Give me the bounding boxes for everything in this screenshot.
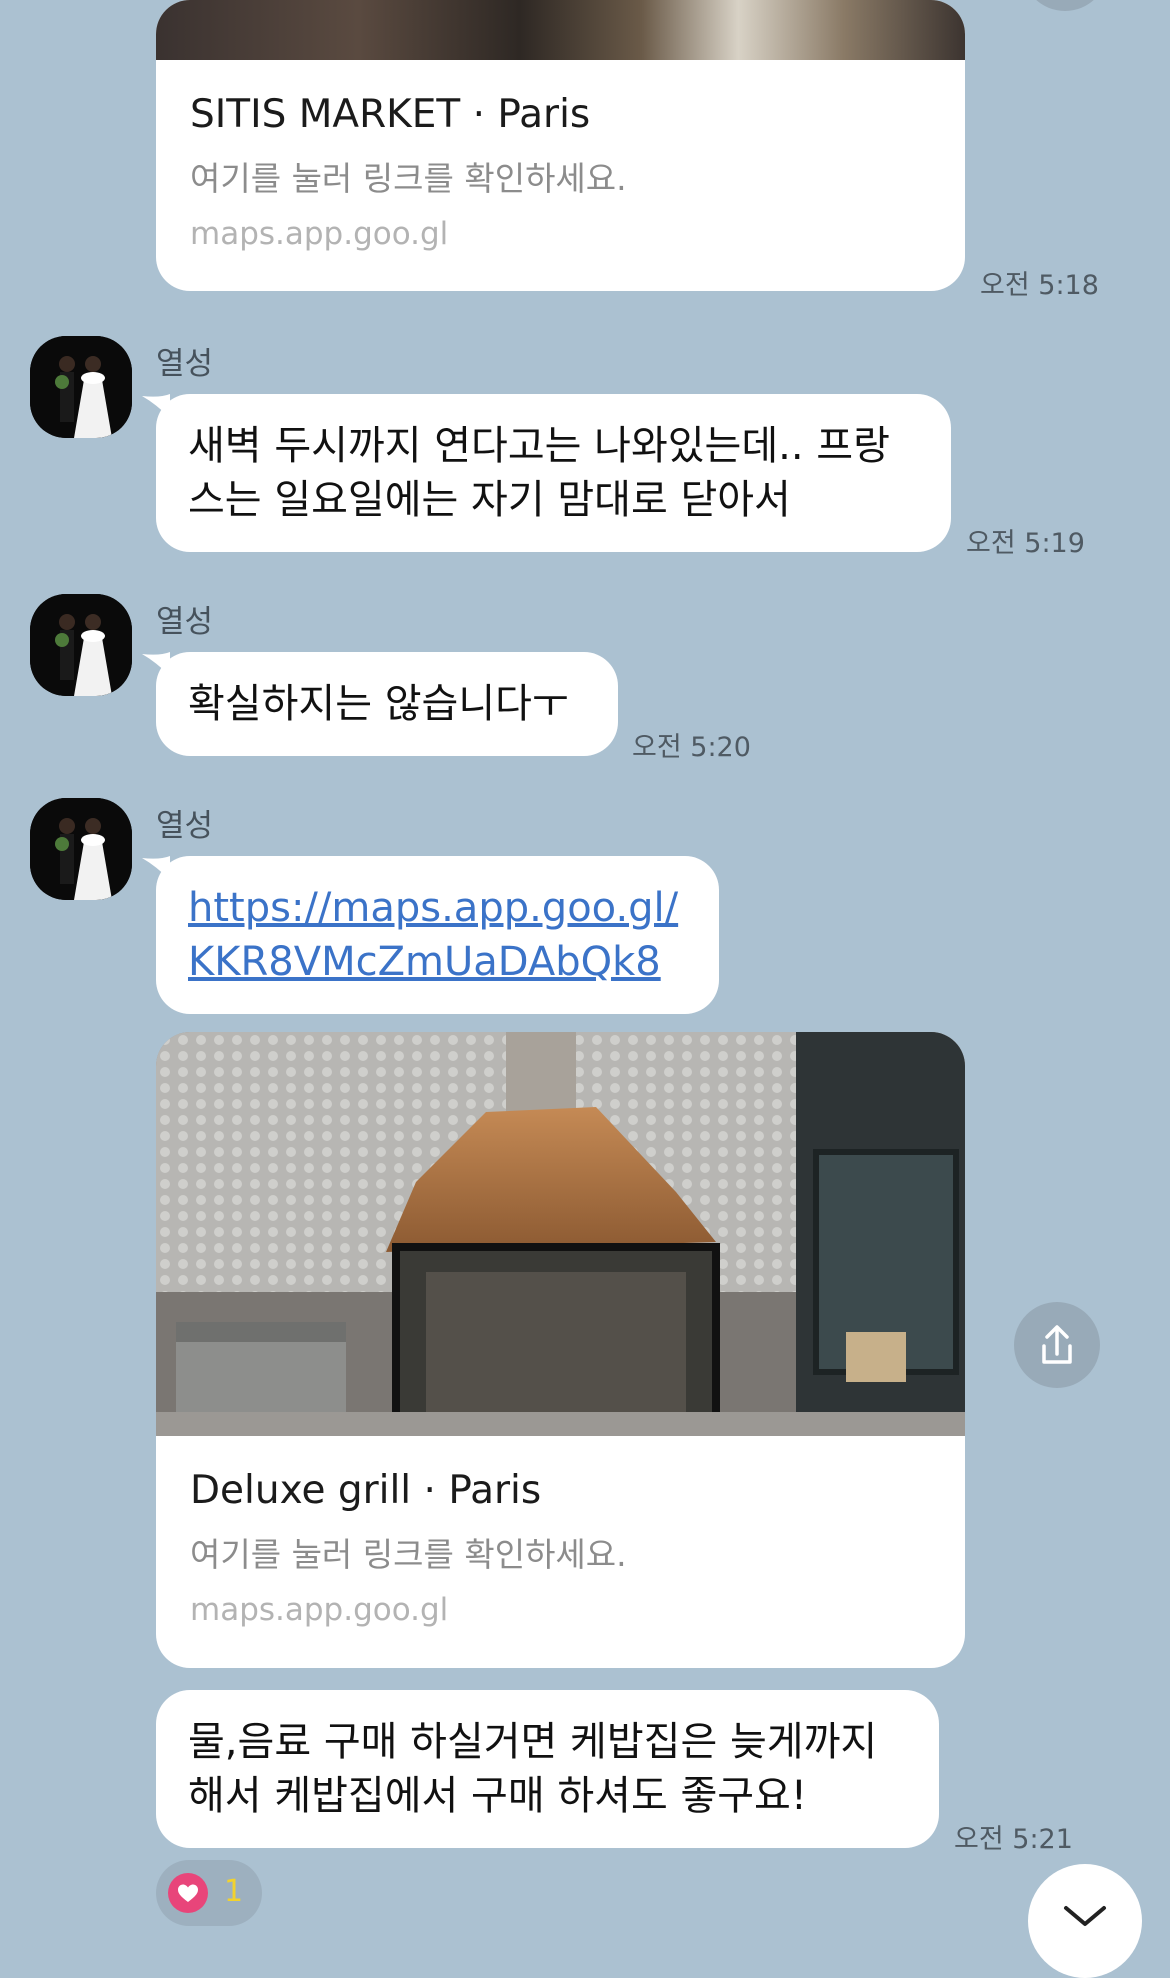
avatar-photo [30,336,132,438]
chevron-down-icon [1064,1906,1106,1926]
message-text-line: 새벽 두시까지 연다고는 나와있는데.. 프랑 [188,423,890,469]
message-text-line: 해서 케밥집에서 구매 하셔도 좋구요! [188,1773,807,1819]
share-icon [1042,1325,1072,1364]
link-preview-domain: maps.app.goo.gl [190,216,449,252]
message-text-line: 확실하지는 않습니다ㅜ [188,681,569,727]
link-preview-domain: maps.app.goo.gl [190,1592,449,1628]
message-link[interactable]: KKR8VMcZmUaDAbQk8 [188,935,687,989]
scroll-down-button[interactable] [1028,1864,1142,1978]
message-bubble[interactable]: https://maps.app.goo.gl/ KKR8VMcZmUaDAbQ… [156,856,719,1014]
message-bubble[interactable]: 새벽 두시까지 연다고는 나와있는데.. 프랑 스는 일요일에는 자기 맘대로 … [156,394,951,552]
reaction-badge[interactable]: 1 [156,1860,262,1926]
link-preview-title: SITIS MARKET · Paris [190,92,591,137]
message-time: 오전 5:20 [632,732,751,763]
heart-icon [168,1873,208,1913]
link-preview-description: 여기를 눌러 링크를 확인하세요. [190,1535,627,1574]
link-preview-card-sitis-market[interactable]: SITIS MARKET · Paris 여기를 눌러 링크를 확인하세요. m… [156,0,965,291]
message-time: 오전 5:18 [980,270,1099,301]
link-preview-card-deluxe-grill[interactable]: Deluxe grill · Paris 여기를 눌러 링크를 확인하세요. m… [156,1032,965,1668]
link-preview-image [156,1032,965,1436]
link-preview-title: Deluxe grill · Paris [190,1468,542,1513]
link-preview-image [156,0,965,60]
sender-name: 열성 [156,604,214,640]
avatar-photo [30,798,132,900]
sender-name: 열성 [156,808,214,844]
message-bubble[interactable]: 확실하지는 않습니다ㅜ [156,652,618,756]
message-bubble[interactable]: 물,음료 구매 하실거면 케밥집은 늦게까지 해서 케밥집에서 구매 하셔도 좋… [156,1690,939,1848]
message-link[interactable]: https://maps.app.goo.gl/ [188,881,687,935]
share-button-top[interactable] [1022,0,1108,11]
message-time: 오전 5:19 [966,528,1085,559]
message-text-line: 스는 일요일에는 자기 맘대로 닫아서 [188,477,791,523]
avatar[interactable] [30,798,132,900]
avatar[interactable] [30,336,132,438]
sender-name: 열성 [156,346,214,382]
avatar[interactable] [30,594,132,696]
share-button[interactable] [1014,1302,1100,1388]
link-preview-description: 여기를 눌러 링크를 확인하세요. [190,159,627,198]
message-text-line: 물,음료 구매 하실거면 케밥집은 늦게까지 [188,1719,878,1765]
reaction-count: 1 [224,1874,244,1909]
message-time: 오전 5:21 [954,1824,1073,1855]
avatar-photo [30,594,132,696]
